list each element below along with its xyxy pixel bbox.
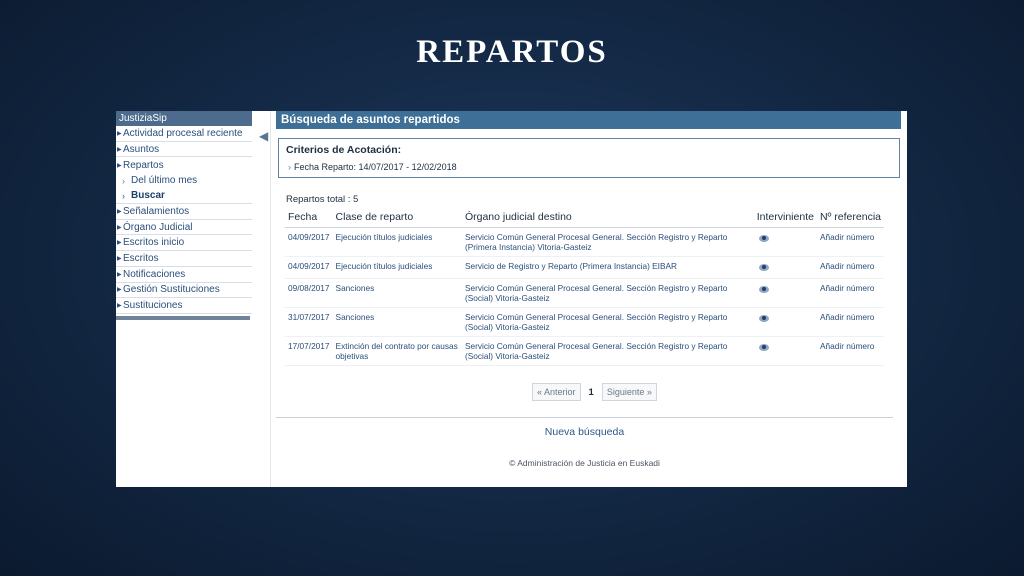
results-total: Repartos total : 5 — [286, 194, 359, 205]
chevron-right-icon: › — [288, 162, 291, 172]
cell-clase: Ejecución títulos judiciales — [332, 256, 462, 279]
slide-title: REPARTOS — [416, 34, 608, 70]
new-search-link[interactable]: Nueva búsqueda — [276, 426, 893, 438]
chevron-right-icon: › — [122, 175, 125, 186]
sidebar-item-senalamientos[interactable]: ▶ Señalamientos — [116, 204, 252, 220]
add-reference-link[interactable]: Añadir número — [816, 336, 884, 366]
add-reference-link[interactable]: Añadir número — [816, 307, 884, 337]
cell-organo: Servicio Común General Procesal General.… — [461, 278, 754, 308]
criteria-box: Criterios de Acotación: › Fecha Reparto: … — [278, 138, 900, 178]
next-page-button[interactable]: Siguiente » — [601, 383, 657, 401]
table-row: 17/07/2017 Extinción del contrato por ca… — [285, 336, 884, 366]
results-table: Fecha Clase de reparto Órgano judicial d… — [285, 207, 884, 366]
app-screenshot: JustiziaSip ▶ Actividad procesal reciente… — [116, 111, 907, 487]
sidebar-item-actividad[interactable]: ▶ Actividad procesal reciente — [116, 126, 252, 142]
cell-clase: Sanciones — [332, 278, 462, 308]
column-header-referencia[interactable]: Nº referencia — [816, 207, 884, 228]
table-row: 31/07/2017 Sanciones Servicio Común Gene… — [285, 307, 884, 337]
sidebar-subitem-ultimo-mes[interactable]: › Del último mes — [116, 173, 252, 189]
sidebar-app-title: JustiziaSip — [116, 111, 252, 126]
main-panel: Búsqueda de asuntos repartidos Criterios… — [276, 111, 901, 487]
sidebar-divider — [270, 111, 271, 487]
criteria-date-range: › Fecha Reparto: 14/07/2017 - 12/02/2018 — [288, 162, 457, 172]
view-interviniente-icon[interactable] — [758, 285, 769, 293]
sidebar-item-asuntos[interactable]: ▶ Asuntos — [116, 142, 252, 158]
cell-organo: Servicio Común General Procesal General.… — [461, 336, 754, 366]
column-header-clase[interactable]: Clase de reparto — [332, 207, 462, 228]
table-row: 09/08/2017 Sanciones Servicio Común Gene… — [285, 278, 884, 308]
cell-organo: Servicio Común General Procesal General.… — [461, 227, 754, 257]
view-interviniente-icon[interactable] — [758, 314, 769, 322]
cell-clase: Sanciones — [332, 307, 462, 337]
table-row: 04/09/2017 Ejecución títulos judiciales … — [285, 227, 884, 257]
pagination: « Anterior 1 Siguiente » — [532, 383, 657, 401]
sidebar-item-gestion-sustituciones[interactable]: ▶ Gestión Sustituciones — [116, 283, 252, 299]
sidebar-item-repartos[interactable]: ▶ Repartos — [116, 157, 252, 173]
current-page: 1 — [588, 386, 594, 398]
footer-copyright: © Administración de Justicia en Euskadi — [509, 458, 660, 468]
cell-fecha: 17/07/2017 — [285, 336, 333, 366]
cell-fecha: 31/07/2017 — [285, 307, 333, 337]
sidebar-item-organo-judicial[interactable]: ▶ Órgano Judicial — [116, 220, 252, 236]
column-header-fecha[interactable]: Fecha — [285, 207, 333, 228]
sidebar-item-escritos[interactable]: ▶ Escritos — [116, 251, 252, 267]
collapse-sidebar-icon[interactable]: ◀ — [259, 129, 268, 143]
cell-fecha: 09/08/2017 — [285, 278, 333, 308]
view-interviniente-icon[interactable] — [758, 263, 769, 271]
cell-fecha: 04/09/2017 — [285, 256, 333, 279]
sidebar-item-sustituciones[interactable]: ▶ Sustituciones — [116, 298, 252, 314]
page-title: Búsqueda de asuntos repartidos — [276, 111, 901, 129]
sidebar: JustiziaSip ▶ Actividad procesal reciente… — [116, 111, 252, 487]
view-interviniente-icon[interactable] — [758, 234, 769, 242]
sidebar-item-escritos-inicio[interactable]: ▶ Escritos inicio — [116, 235, 252, 252]
chevron-right-icon: › — [122, 190, 125, 201]
cell-fecha: 04/09/2017 — [285, 227, 333, 257]
view-interviniente-icon[interactable] — [758, 343, 769, 351]
cell-clase: Ejecución títulos judiciales — [332, 227, 462, 257]
add-reference-link[interactable]: Añadir número — [816, 256, 884, 279]
column-header-organo[interactable]: Órgano judicial destino — [461, 207, 754, 228]
add-reference-link[interactable]: Añadir número — [816, 227, 884, 257]
sidebar-subitem-buscar[interactable]: › Buscar — [116, 189, 252, 205]
sidebar-item-notificaciones[interactable]: ▶ Notificaciones — [116, 267, 252, 283]
table-row: 04/09/2017 Ejecución títulos judiciales … — [285, 256, 884, 279]
criteria-title: Criterios de Acotación: — [286, 144, 402, 156]
prev-page-button[interactable]: « Anterior — [532, 383, 581, 401]
add-reference-link[interactable]: Añadir número — [816, 278, 884, 308]
cell-organo: Servicio Común General Procesal General.… — [461, 307, 754, 337]
cell-organo: Servicio de Registro y Reparto (Primera … — [461, 256, 754, 279]
sidebar-footer-bar — [116, 315, 250, 320]
column-header-interviniente[interactable]: Interviniente — [753, 207, 817, 228]
content-divider — [276, 417, 893, 418]
cell-clase: Extinción del contrato por causas objeti… — [332, 336, 462, 366]
